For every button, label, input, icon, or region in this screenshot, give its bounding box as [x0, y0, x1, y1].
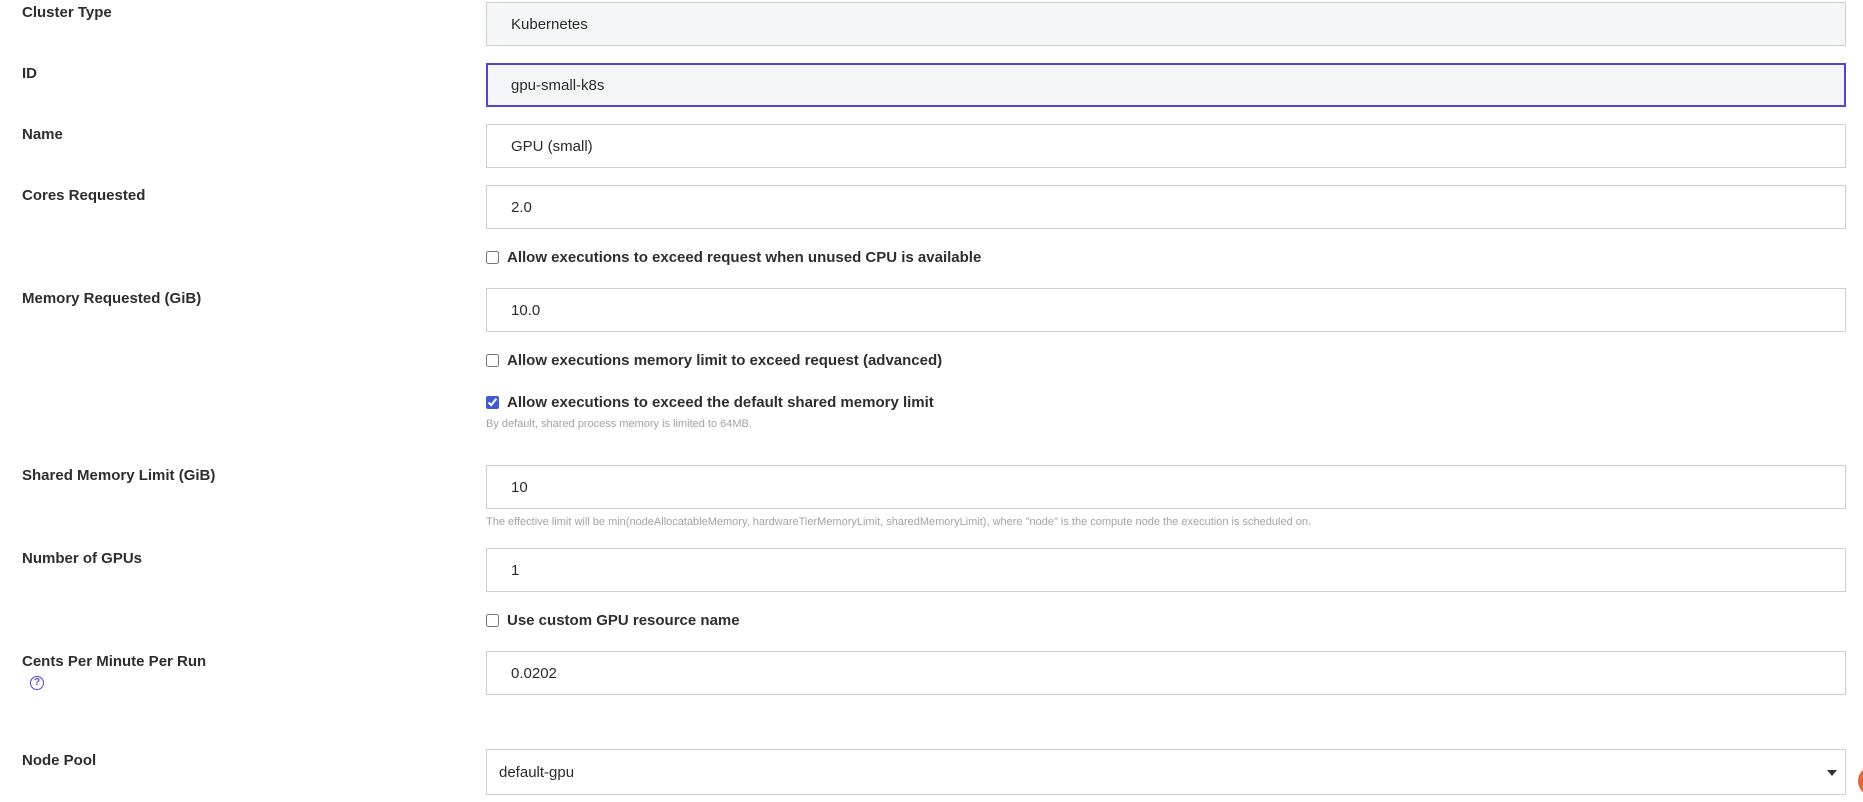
custom-gpu-name-checkbox[interactable] [486, 614, 499, 627]
allow-memory-limit-checkbox[interactable] [486, 354, 499, 367]
cores-requested-field[interactable] [486, 185, 1846, 229]
shared-memory-limit-label: Shared Memory Limit (GiB) [22, 467, 216, 484]
cents-per-minute-label: Cents Per Minute Per Run [22, 653, 207, 670]
custom-gpu-name-label[interactable]: Use custom GPU resource name [507, 612, 740, 629]
custom-gpu-name-row: Use custom GPU resource name [486, 612, 740, 629]
number-of-gpus-field[interactable] [486, 548, 1846, 592]
number-of-gpus-label: Number of GPUs [22, 550, 143, 567]
allow-cpu-exceed-row: Allow executions to exceed request when … [486, 249, 981, 266]
shared-memory-limit-help: The effective limit will be min(nodeAllo… [486, 516, 1312, 528]
cores-requested-label: Cores Requested [22, 187, 146, 204]
node-pool-select[interactable]: default-gpu [486, 749, 1846, 795]
node-pool-selected-value: default-gpu [499, 764, 575, 781]
allow-shared-memory-checkbox[interactable] [486, 396, 499, 409]
name-label: Name [22, 126, 63, 143]
shared-memory-limit-field[interactable] [486, 465, 1846, 509]
chevron-down-icon[interactable] [1827, 770, 1837, 776]
cents-per-minute-field[interactable] [486, 651, 1846, 695]
allow-shared-memory-row: Allow executions to exceed the default s… [486, 394, 934, 411]
id-field[interactable] [486, 63, 1846, 107]
shared-memory-default-help: By default, shared process memory is lim… [486, 418, 752, 430]
allow-cpu-exceed-checkbox[interactable] [486, 251, 499, 264]
cluster-type-label: Cluster Type [22, 4, 112, 21]
cluster-type-field[interactable] [486, 2, 1846, 46]
memory-requested-field[interactable] [486, 288, 1846, 332]
allow-memory-limit-label[interactable]: Allow executions memory limit to exceed … [507, 352, 942, 369]
chat-launcher-icon[interactable] [1858, 766, 1863, 796]
memory-requested-label: Memory Requested (GiB) [22, 290, 202, 307]
allow-memory-limit-row: Allow executions memory limit to exceed … [486, 352, 942, 369]
node-pool-label: Node Pool [22, 752, 97, 769]
allow-shared-memory-label[interactable]: Allow executions to exceed the default s… [507, 394, 934, 411]
allow-cpu-exceed-label[interactable]: Allow executions to exceed request when … [507, 249, 981, 266]
id-label: ID [22, 65, 37, 82]
name-field[interactable] [486, 124, 1846, 168]
question-circle-icon[interactable]: ? [30, 676, 44, 690]
